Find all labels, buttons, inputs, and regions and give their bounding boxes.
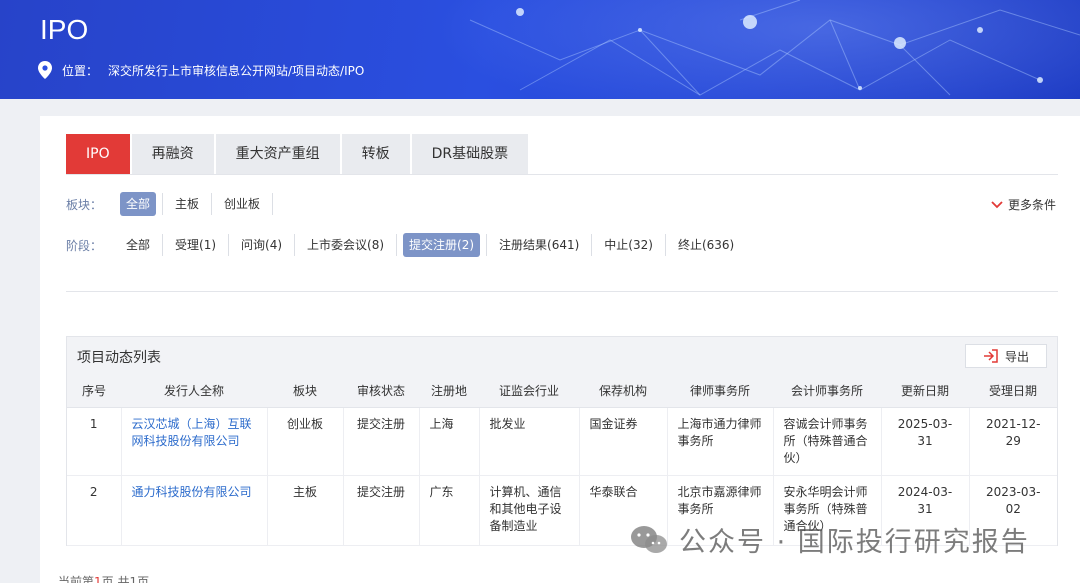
stage-option-suspended[interactable]: 中止(32) <box>598 233 659 257</box>
panel-title: 项目动态列表 <box>77 350 161 366</box>
column-header: 受理日期 <box>969 375 1057 408</box>
stage-option-accepted[interactable]: 受理(1) <box>169 233 222 257</box>
more-conditions-label: 更多条件 <box>1007 198 1056 212</box>
breadcrumb-path[interactable]: 深交所发行上市审核信息公开网站/项目动态/IPO <box>108 62 364 79</box>
industry-cell: 计算机、通信和其他电子设备制造业 <box>479 475 580 546</box>
board-filter-label: 板块： <box>66 197 103 212</box>
separator <box>664 234 666 256</box>
separator <box>228 234 230 256</box>
column-header: 板块 <box>267 375 343 408</box>
location-pin-icon <box>38 61 52 79</box>
board-filter: 板块： 全部 主板 创业板 <box>66 192 274 216</box>
update-date-cell: 2025-03-31 <box>881 407 970 476</box>
table-header-row: 序号 发行人全称 板块 审核状态 注册地 证监会行业 保荐机构 律师事务所 会计… <box>67 375 1057 408</box>
stage-option-committee[interactable]: 上市委会议(8) <box>301 233 390 257</box>
separator <box>211 193 213 215</box>
page-title: IPO <box>40 14 89 45</box>
separator <box>162 193 164 215</box>
project-list-panel: 项目动态列表 导出 序号 发行人全称 板块 审核状态 注册地 证监会行业 保荐机… <box>66 336 1058 546</box>
tabs-underline <box>66 174 1058 175</box>
stage-filter-label: 阶段： <box>66 238 103 253</box>
location-label: 位置： <box>62 63 99 78</box>
column-header: 序号 <box>67 375 121 408</box>
network-decoration <box>469 0 1080 96</box>
column-header: 发行人全称 <box>121 375 267 408</box>
watermark: 公众号 · 国际投行研究报告 <box>629 520 1030 559</box>
board-option-main[interactable]: 主板 <box>169 192 205 216</box>
tab-board-transfer[interactable]: 转板 <box>341 134 410 174</box>
export-button[interactable]: 导出 <box>965 344 1047 368</box>
export-label: 导出 <box>1004 349 1029 364</box>
category-tabs: IPO 再融资 重大资产重组 转板 DR基础股票 <box>66 134 530 174</box>
tab-major-restructuring[interactable]: 重大资产重组 <box>215 134 340 174</box>
stage-option-terminated[interactable]: 终止(636) <box>672 233 740 257</box>
panel-header: 项目动态列表 导出 <box>67 337 1057 375</box>
board-option-all[interactable]: 全部 <box>120 192 157 216</box>
tab-refinancing[interactable]: 再融资 <box>131 134 214 174</box>
separator <box>162 234 164 256</box>
stage-option-submitted[interactable]: 提交注册(2) <box>403 233 481 257</box>
column-header: 审核状态 <box>343 375 419 408</box>
region-cell: 广东 <box>419 475 480 546</box>
separator <box>486 234 488 256</box>
issuer-name-link[interactable]: 云汉芯城（上海）互联网科技股份有限公司 <box>121 407 268 476</box>
breadcrumb: 位置： 深交所发行上市审核信息公开网站/项目动态/IPO <box>38 61 364 79</box>
export-icon <box>983 349 998 363</box>
tab-dr-stock[interactable]: DR基础股票 <box>411 134 529 174</box>
separator <box>294 234 296 256</box>
sponsor-cell: 国金证券 <box>579 407 668 476</box>
column-header: 律师事务所 <box>667 375 773 408</box>
row-index: 1 <box>67 407 122 476</box>
board-cell: 创业板 <box>267 407 344 476</box>
table-row: 1 云汉芯城（上海）互联网科技股份有限公司 创业板 提交注册 上海 批发业 国金… <box>67 407 1057 476</box>
column-header: 保荐机构 <box>579 375 667 408</box>
accept-date-cell: 2021-12-29 <box>969 407 1057 476</box>
board-cell: 主板 <box>267 475 344 546</box>
stage-option-all[interactable]: 全部 <box>120 233 156 257</box>
pager-suffix: 页 共1页 <box>101 575 150 583</box>
board-option-chinext[interactable]: 创业板 <box>218 192 266 216</box>
status-cell: 提交注册 <box>343 407 420 476</box>
stage-option-inquiry[interactable]: 问询(4) <box>235 233 288 257</box>
row-index: 2 <box>67 475 122 546</box>
law-firm-cell: 上海市通力律师事务所 <box>667 407 774 476</box>
stage-option-registration-result[interactable]: 注册结果(641) <box>493 233 585 257</box>
separator <box>591 234 593 256</box>
wechat-icon <box>631 525 667 553</box>
header-banner: IPO 位置： 深交所发行上市审核信息公开网站/项目动态/IPO <box>0 0 1080 99</box>
watermark-text: 公众号 · 国际投行研究报告 <box>679 527 1030 558</box>
pagination-info: 当前第1页 共1页 <box>58 573 149 583</box>
pager-current-page: 1 <box>94 575 102 583</box>
region-cell: 上海 <box>419 407 480 476</box>
main-card: IPO 再融资 重大资产重组 转板 DR基础股票 板块： 全部 主板 创业板 更… <box>40 116 1080 583</box>
chevron-down-icon <box>991 200 1003 208</box>
column-header: 注册地 <box>419 375 479 408</box>
status-cell: 提交注册 <box>343 475 420 546</box>
tab-ipo[interactable]: IPO <box>66 134 130 174</box>
accounting-firm-cell: 容诚会计师事务所（特殊普通合伙） <box>773 407 882 476</box>
section-divider <box>66 291 1058 292</box>
column-header: 更新日期 <box>881 375 969 408</box>
stage-filter: 阶段： 全部 受理(1) 问询(4) 上市委会议(8) 提交注册(2) 注册结果… <box>66 233 746 257</box>
separator <box>272 193 274 215</box>
pager-prefix: 当前第 <box>58 575 95 583</box>
column-header: 证监会行业 <box>479 375 579 408</box>
more-conditions-toggle[interactable]: 更多条件 <box>991 196 1056 213</box>
separator <box>396 234 398 256</box>
column-header: 会计师事务所 <box>773 375 881 408</box>
industry-cell: 批发业 <box>479 407 580 476</box>
issuer-name-link[interactable]: 通力科技股份有限公司 <box>121 475 268 546</box>
